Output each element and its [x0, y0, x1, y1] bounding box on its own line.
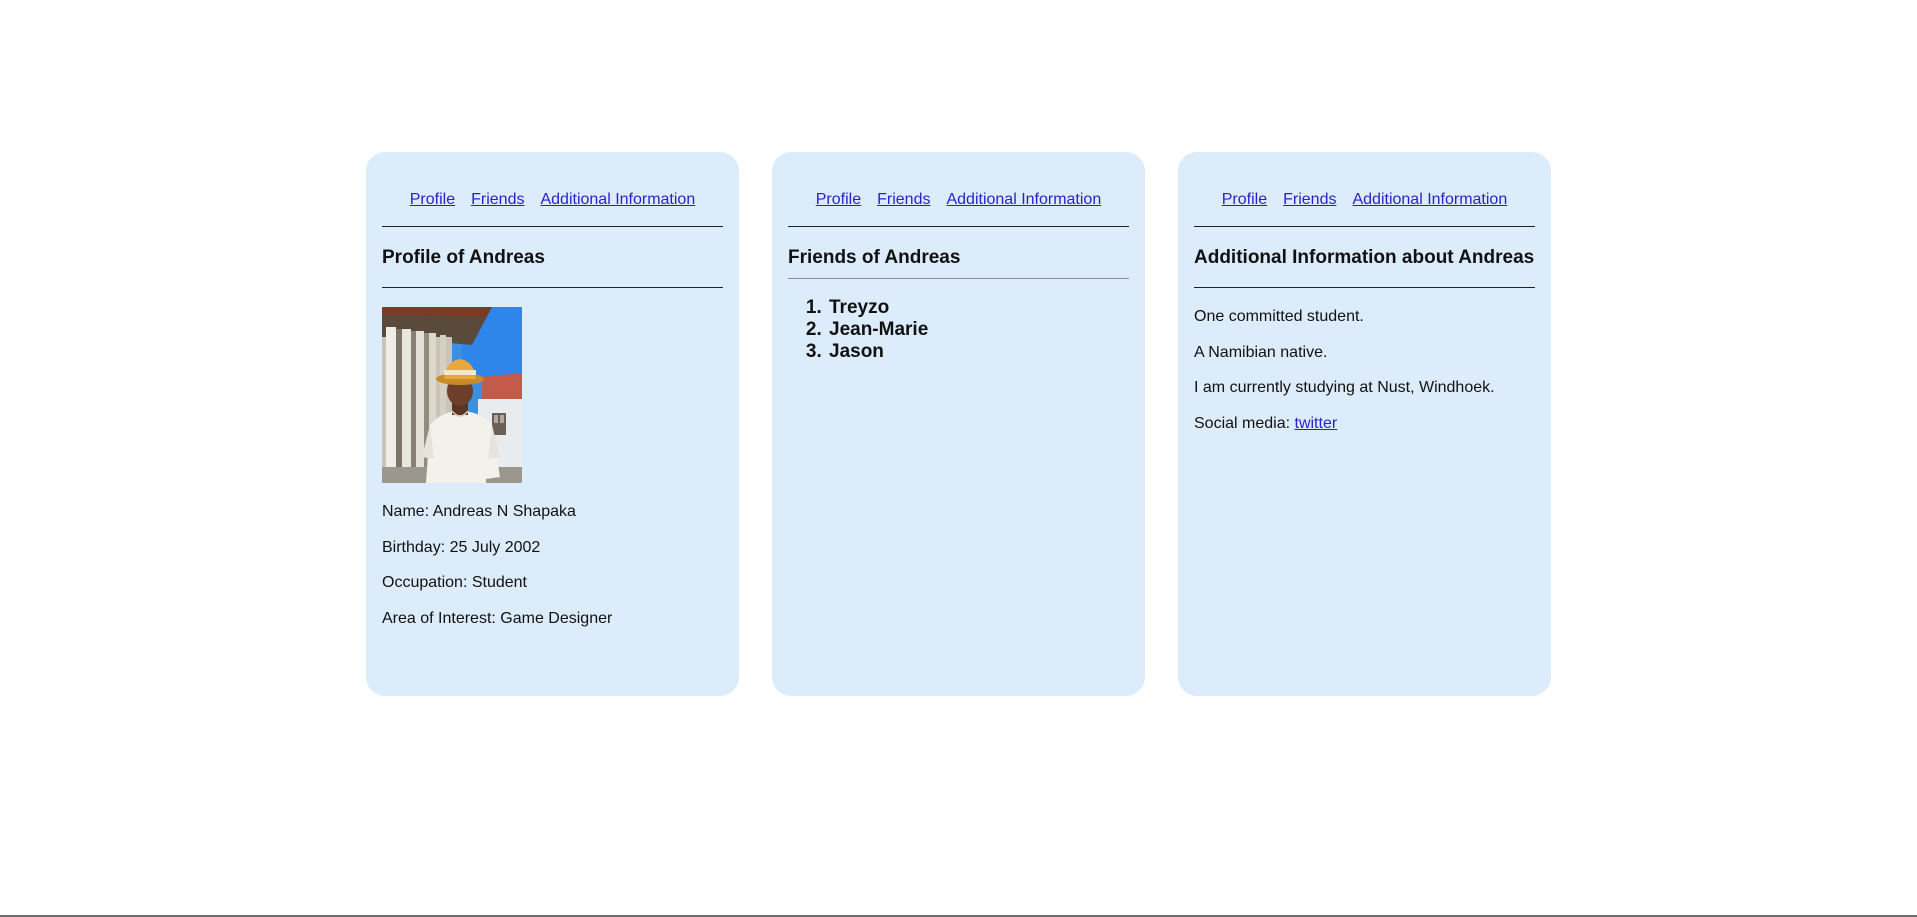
divider [382, 287, 723, 288]
divider [788, 278, 1129, 279]
profile-interest: Area of Interest: Game Designer [382, 609, 613, 627]
friends-title: Friends of Andreas [788, 247, 961, 268]
nav-profile-link[interactable]: Profile [410, 188, 455, 212]
twitter-link[interactable]: twitter [1295, 415, 1338, 432]
page: Profile Friends Additional Information P… [0, 0, 1917, 917]
profile-details: Name: Andreas N Shapaka Birthday: 25 Jul… [382, 502, 723, 629]
social-media-label: Social media: [1194, 414, 1295, 432]
nav-additional-link[interactable]: Additional Information [1352, 188, 1507, 212]
list-item: Jean-Marie [827, 319, 1129, 341]
profile-birthday: Birthday: 25 July 2002 [382, 538, 541, 556]
additional-info-card: Profile Friends Additional Information A… [1178, 152, 1551, 696]
profile-card: Profile Friends Additional Information P… [366, 152, 739, 696]
nav-friends-link[interactable]: Friends [471, 188, 524, 212]
card-nav: Profile Friends Additional Information [1194, 152, 1535, 212]
profile-occupation: Occupation: Student [382, 574, 527, 591]
nav-profile-link[interactable]: Profile [1222, 188, 1267, 212]
profile-title: Profile of Andreas [382, 247, 545, 268]
social-media-line: Social media: twitter [1194, 414, 1535, 434]
friends-card: Profile Friends Additional Information F… [772, 152, 1145, 696]
profile-photo [382, 307, 522, 483]
profile-name: Name: Andreas N Shapaka [382, 503, 576, 520]
info-line: I am currently studying at Nust, Windhoe… [1194, 379, 1495, 396]
divider [1194, 287, 1535, 288]
additional-details: One committed student. A Namibian native… [1194, 307, 1535, 434]
info-line: One committed student. [1194, 308, 1364, 325]
info-line: A Namibian native. [1194, 343, 1328, 361]
card-nav: Profile Friends Additional Information [382, 152, 723, 212]
additional-title: Additional Information about Andreas [1194, 247, 1535, 268]
list-item: Treyzo [827, 297, 1129, 319]
nav-friends-link[interactable]: Friends [877, 188, 930, 212]
card-nav: Profile Friends Additional Information [788, 152, 1129, 212]
friends-list: Treyzo Jean-Marie Jason [788, 297, 1129, 363]
nav-additional-link[interactable]: Additional Information [540, 188, 695, 212]
nav-friends-link[interactable]: Friends [1283, 188, 1336, 212]
nav-additional-link[interactable]: Additional Information [946, 188, 1101, 212]
list-item: Jason [827, 341, 1129, 363]
nav-profile-link[interactable]: Profile [816, 188, 861, 212]
